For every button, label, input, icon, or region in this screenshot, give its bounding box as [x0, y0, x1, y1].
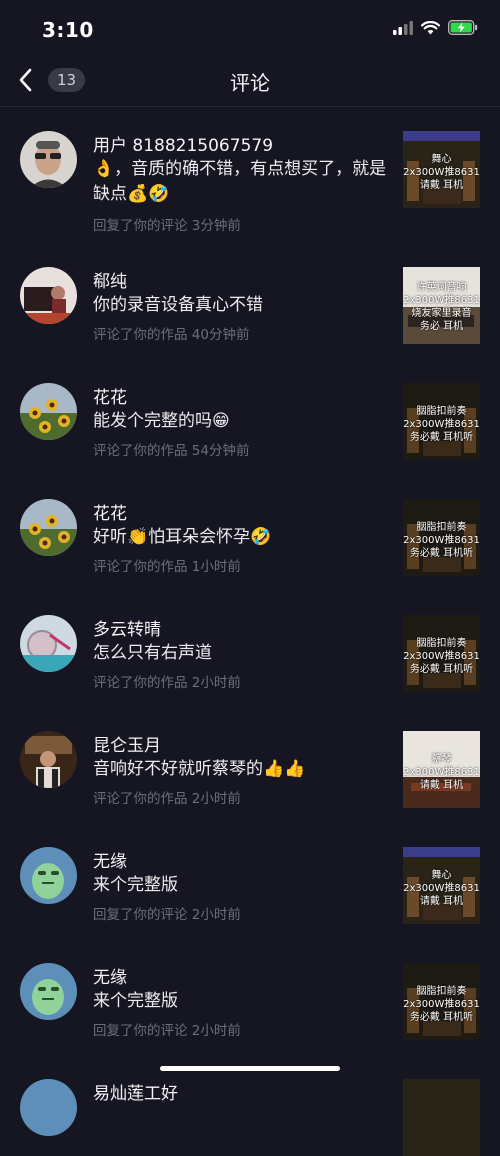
comment-text: 来个完整版 — [93, 875, 178, 895]
comment-author[interactable]: 花花 — [93, 383, 127, 408]
video-thumbnail[interactable]: 胭脂扣前奏 2x300W推8631 务必戴 耳机听 — [403, 499, 480, 576]
list-item[interactable]: 易灿莲工好 — [0, 1055, 500, 1156]
comment-meta: 评论了你的作品 2小时前 — [93, 791, 241, 807]
comment-list: 用户 8188215067579 👌，音质的确不错，有点想买了，就是缺点💰🤣 回… — [0, 107, 500, 1156]
home-indicator — [160, 1066, 340, 1071]
avatar[interactable] — [20, 1079, 77, 1136]
comment-text: 👌，音质的确不错，有点想买了，就是缺点💰🤣 — [93, 159, 387, 204]
comment-author[interactable]: 花花 — [93, 499, 127, 524]
battery-charging-icon — [448, 20, 478, 35]
comment-text: 好听👏怕耳朵会怀孕🤣 — [93, 527, 272, 547]
comment-author[interactable]: 多云转晴 — [93, 615, 161, 640]
comment-author[interactable]: 用户 8188215067579 — [93, 131, 273, 156]
video-thumbnail[interactable]: 蔡琴 2x300W推8631 请戴 耳机 — [403, 731, 480, 808]
comment-author[interactable]: 无缘 — [93, 963, 127, 988]
list-item[interactable]: 郗纯 你的录音设备真心不错 评论了你的作品 40分钟前 许英词音响 2x300W推… — [0, 243, 500, 359]
comment-meta: 回复了你的评论 2小时前 — [93, 1023, 241, 1039]
nav-bar: 13 评论 — [0, 56, 500, 107]
avatar[interactable] — [20, 963, 77, 1020]
comment-text: 你的录音设备真心不错 — [93, 295, 263, 315]
wifi-icon — [421, 20, 440, 34]
list-item[interactable]: 多云转晴 怎么只有右声道 评论了你的作品 2小时前 胭脂扣前奏 2x300W推86… — [0, 591, 500, 707]
avatar[interactable] — [20, 131, 77, 188]
comment-meta: 评论了你的作品 2小时前 — [93, 675, 241, 691]
video-thumbnail[interactable]: 胭脂扣前奏 2x300W推8631 务必戴 耳机听 — [403, 615, 480, 692]
comment-text: 来个完整版 — [93, 991, 178, 1011]
list-item[interactable]: 用户 8188215067579 👌，音质的确不错，有点想买了，就是缺点💰🤣 回… — [0, 107, 500, 243]
comment-meta: 回复了你的评论 3分钟前 — [93, 218, 241, 234]
page-title: 评论 — [230, 71, 270, 95]
comment-author[interactable]: 郗纯 — [93, 267, 127, 292]
comment-meta: 评论了你的作品 40分钟前 — [93, 327, 250, 343]
video-thumbnail[interactable]: 胭脂扣前奏 2x300W推8631 务必戴 耳机听 — [403, 383, 480, 460]
comment-meta: 评论了你的作品 54分钟前 — [93, 443, 250, 459]
signal-icon — [393, 20, 413, 35]
avatar[interactable] — [20, 267, 77, 324]
comment-author[interactable]: 无缘 — [93, 847, 127, 872]
avatar[interactable] — [20, 847, 77, 904]
thumbnail-caption: 蔡琴 2x300W推8631 请戴 耳机 — [403, 754, 480, 791]
status-icons — [393, 20, 478, 35]
avatar[interactable] — [20, 383, 77, 440]
avatar[interactable] — [20, 499, 77, 556]
list-item[interactable]: 花花 好听👏怕耳朵会怀孕🤣 评论了你的作品 1小时前 胭脂扣前奏 2x300W推8… — [0, 475, 500, 591]
video-thumbnail[interactable]: 许英词音响 2x300W推8631 烧友家里录音 务必 耳机 — [403, 267, 480, 344]
video-thumbnail[interactable]: 舞心 2x300W推8631 请戴 耳机 — [403, 847, 480, 924]
thumbnail-caption: 胭脂扣前奏 2x300W推8631 务必戴 耳机听 — [403, 638, 480, 675]
comment-meta: 评论了你的作品 1小时前 — [93, 559, 241, 575]
thumbnail-caption: 胭脂扣前奏 2x300W推8631 务必戴 耳机听 — [403, 986, 480, 1023]
list-item[interactable]: 昆仑玉月 音响好不好就听蔡琴的👍👍 评论了你的作品 2小时前 蔡琴 2x300W推… — [0, 707, 500, 823]
comment-author[interactable]: 昆仑玉月 — [93, 731, 161, 756]
video-thumbnail[interactable]: 舞心 2x300W推8631 请戴 耳机 — [403, 131, 480, 208]
thumbnail-caption: 许英词音响 2x300W推8631 烧友家里录音 务必 耳机 — [403, 282, 480, 332]
avatar[interactable] — [20, 731, 77, 788]
status-time: 3:10 — [42, 18, 94, 42]
comment-meta: 回复了你的评论 2小时前 — [93, 907, 241, 923]
list-item[interactable]: 无缘 来个完整版 回复了你的评论 2小时前 胭脂扣前奏 2x300W推8631 务必… — [0, 939, 500, 1055]
avatar[interactable] — [20, 615, 77, 672]
thumbnail-caption: 舞心 2x300W推8631 请戴 耳机 — [403, 870, 480, 907]
list-item[interactable]: 无缘 来个完整版 回复了你的评论 2小时前 舞心 2x300W推8631 请戴 耳机 — [0, 823, 500, 939]
status-bar: 3:10 — [0, 0, 500, 56]
thumbnail-caption: 舞心 2x300W推8631 请戴 耳机 — [403, 154, 480, 191]
video-thumbnail[interactable] — [403, 1079, 480, 1156]
comment-text: 怎么只有右声道 — [93, 643, 212, 663]
comment-text: 能发个完整的吗😁 — [93, 411, 230, 431]
thumbnail-caption: 胭脂扣前奏 2x300W推8631 务必戴 耳机听 — [403, 522, 480, 559]
list-item[interactable]: 花花 能发个完整的吗😁 评论了你的作品 54分钟前 胭脂扣前奏 2x300W推86… — [0, 359, 500, 475]
video-thumbnail[interactable]: 胭脂扣前奏 2x300W推8631 务必戴 耳机听 — [403, 963, 480, 1040]
comment-author[interactable]: 易灿莲工好 — [93, 1079, 178, 1104]
comment-text: 音响好不好就听蔡琴的👍👍 — [93, 759, 306, 779]
thumbnail-caption: 胭脂扣前奏 2x300W推8631 务必戴 耳机听 — [403, 406, 480, 443]
